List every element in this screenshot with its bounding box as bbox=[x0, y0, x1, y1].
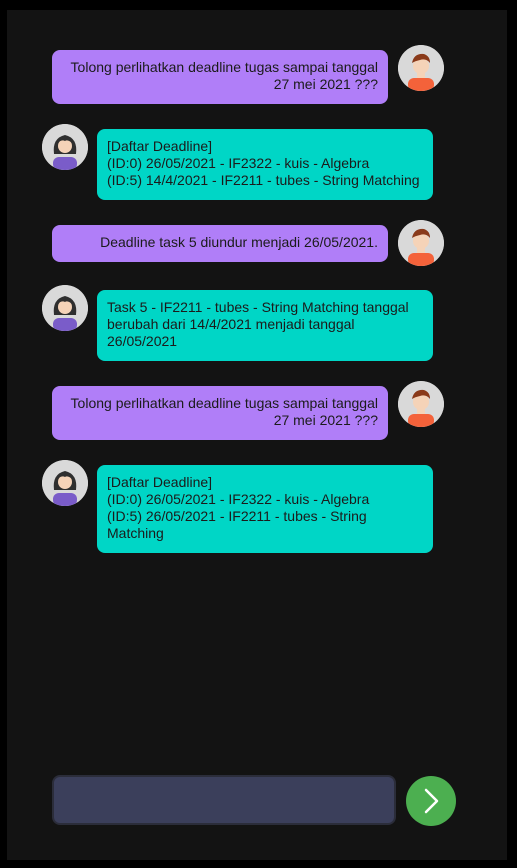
male-user-avatar-icon bbox=[398, 45, 444, 91]
chevron-right-icon bbox=[424, 788, 439, 814]
male-user-avatar-icon bbox=[398, 381, 444, 427]
female-bot-avatar-icon bbox=[42, 285, 88, 331]
bot-message-bubble: [Daftar Deadline] (ID:0) 26/05/2021 - IF… bbox=[97, 465, 433, 553]
bot-message-bubble: Task 5 - IF2211 - tubes - String Matchin… bbox=[97, 290, 433, 361]
female-bot-avatar-icon bbox=[42, 460, 88, 506]
message-input[interactable] bbox=[52, 775, 396, 825]
send-button[interactable] bbox=[406, 776, 456, 826]
female-bot-avatar-icon bbox=[42, 124, 88, 170]
bot-message-bubble: [Daftar Deadline] (ID:0) 26/05/2021 - IF… bbox=[97, 129, 433, 200]
user-message-bubble: Tolong perlihatkan deadline tugas sampai… bbox=[52, 50, 388, 104]
user-message-bubble: Tolong perlihatkan deadline tugas sampai… bbox=[52, 386, 388, 440]
user-message-bubble: Deadline task 5 diundur menjadi 26/05/20… bbox=[52, 225, 388, 262]
male-user-avatar-icon bbox=[398, 220, 444, 266]
